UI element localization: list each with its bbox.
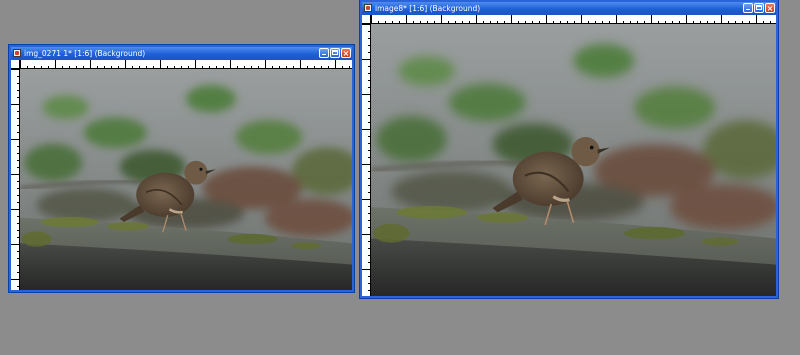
minimize-icon[interactable] xyxy=(743,3,753,13)
ruler-corner xyxy=(11,60,20,69)
wren-photo xyxy=(371,24,776,296)
image-canvas[interactable] xyxy=(371,24,776,296)
app-icon xyxy=(364,4,372,12)
titlebar[interactable]: img_0271 1* [1:6] (Background) × xyxy=(11,47,352,60)
close-icon[interactable]: × xyxy=(765,3,775,13)
maximize-icon[interactable] xyxy=(330,48,340,58)
image-window-2[interactable]: image8* [1:6] (Background) × xyxy=(360,0,778,298)
ruler-corner xyxy=(362,15,371,24)
window-title: image8* [1:6] (Background) xyxy=(375,4,481,13)
horizontal-ruler[interactable] xyxy=(20,60,352,69)
image-canvas[interactable] xyxy=(20,69,352,290)
image-window-1[interactable]: img_0271 1* [1:6] (Background) × xyxy=(9,45,354,292)
wren-photo xyxy=(20,69,352,290)
horizontal-ruler[interactable] xyxy=(371,15,776,24)
vertical-ruler[interactable] xyxy=(11,69,20,290)
titlebar[interactable]: image8* [1:6] (Background) × xyxy=(362,2,776,15)
close-icon[interactable]: × xyxy=(341,48,351,58)
maximize-icon[interactable] xyxy=(754,3,764,13)
app-icon xyxy=(13,49,21,57)
window-controls: × xyxy=(319,48,351,58)
window-controls: × xyxy=(743,3,775,13)
vertical-ruler[interactable] xyxy=(362,24,371,296)
minimize-icon[interactable] xyxy=(319,48,329,58)
window-title: img_0271 1* [1:6] (Background) xyxy=(24,49,146,58)
